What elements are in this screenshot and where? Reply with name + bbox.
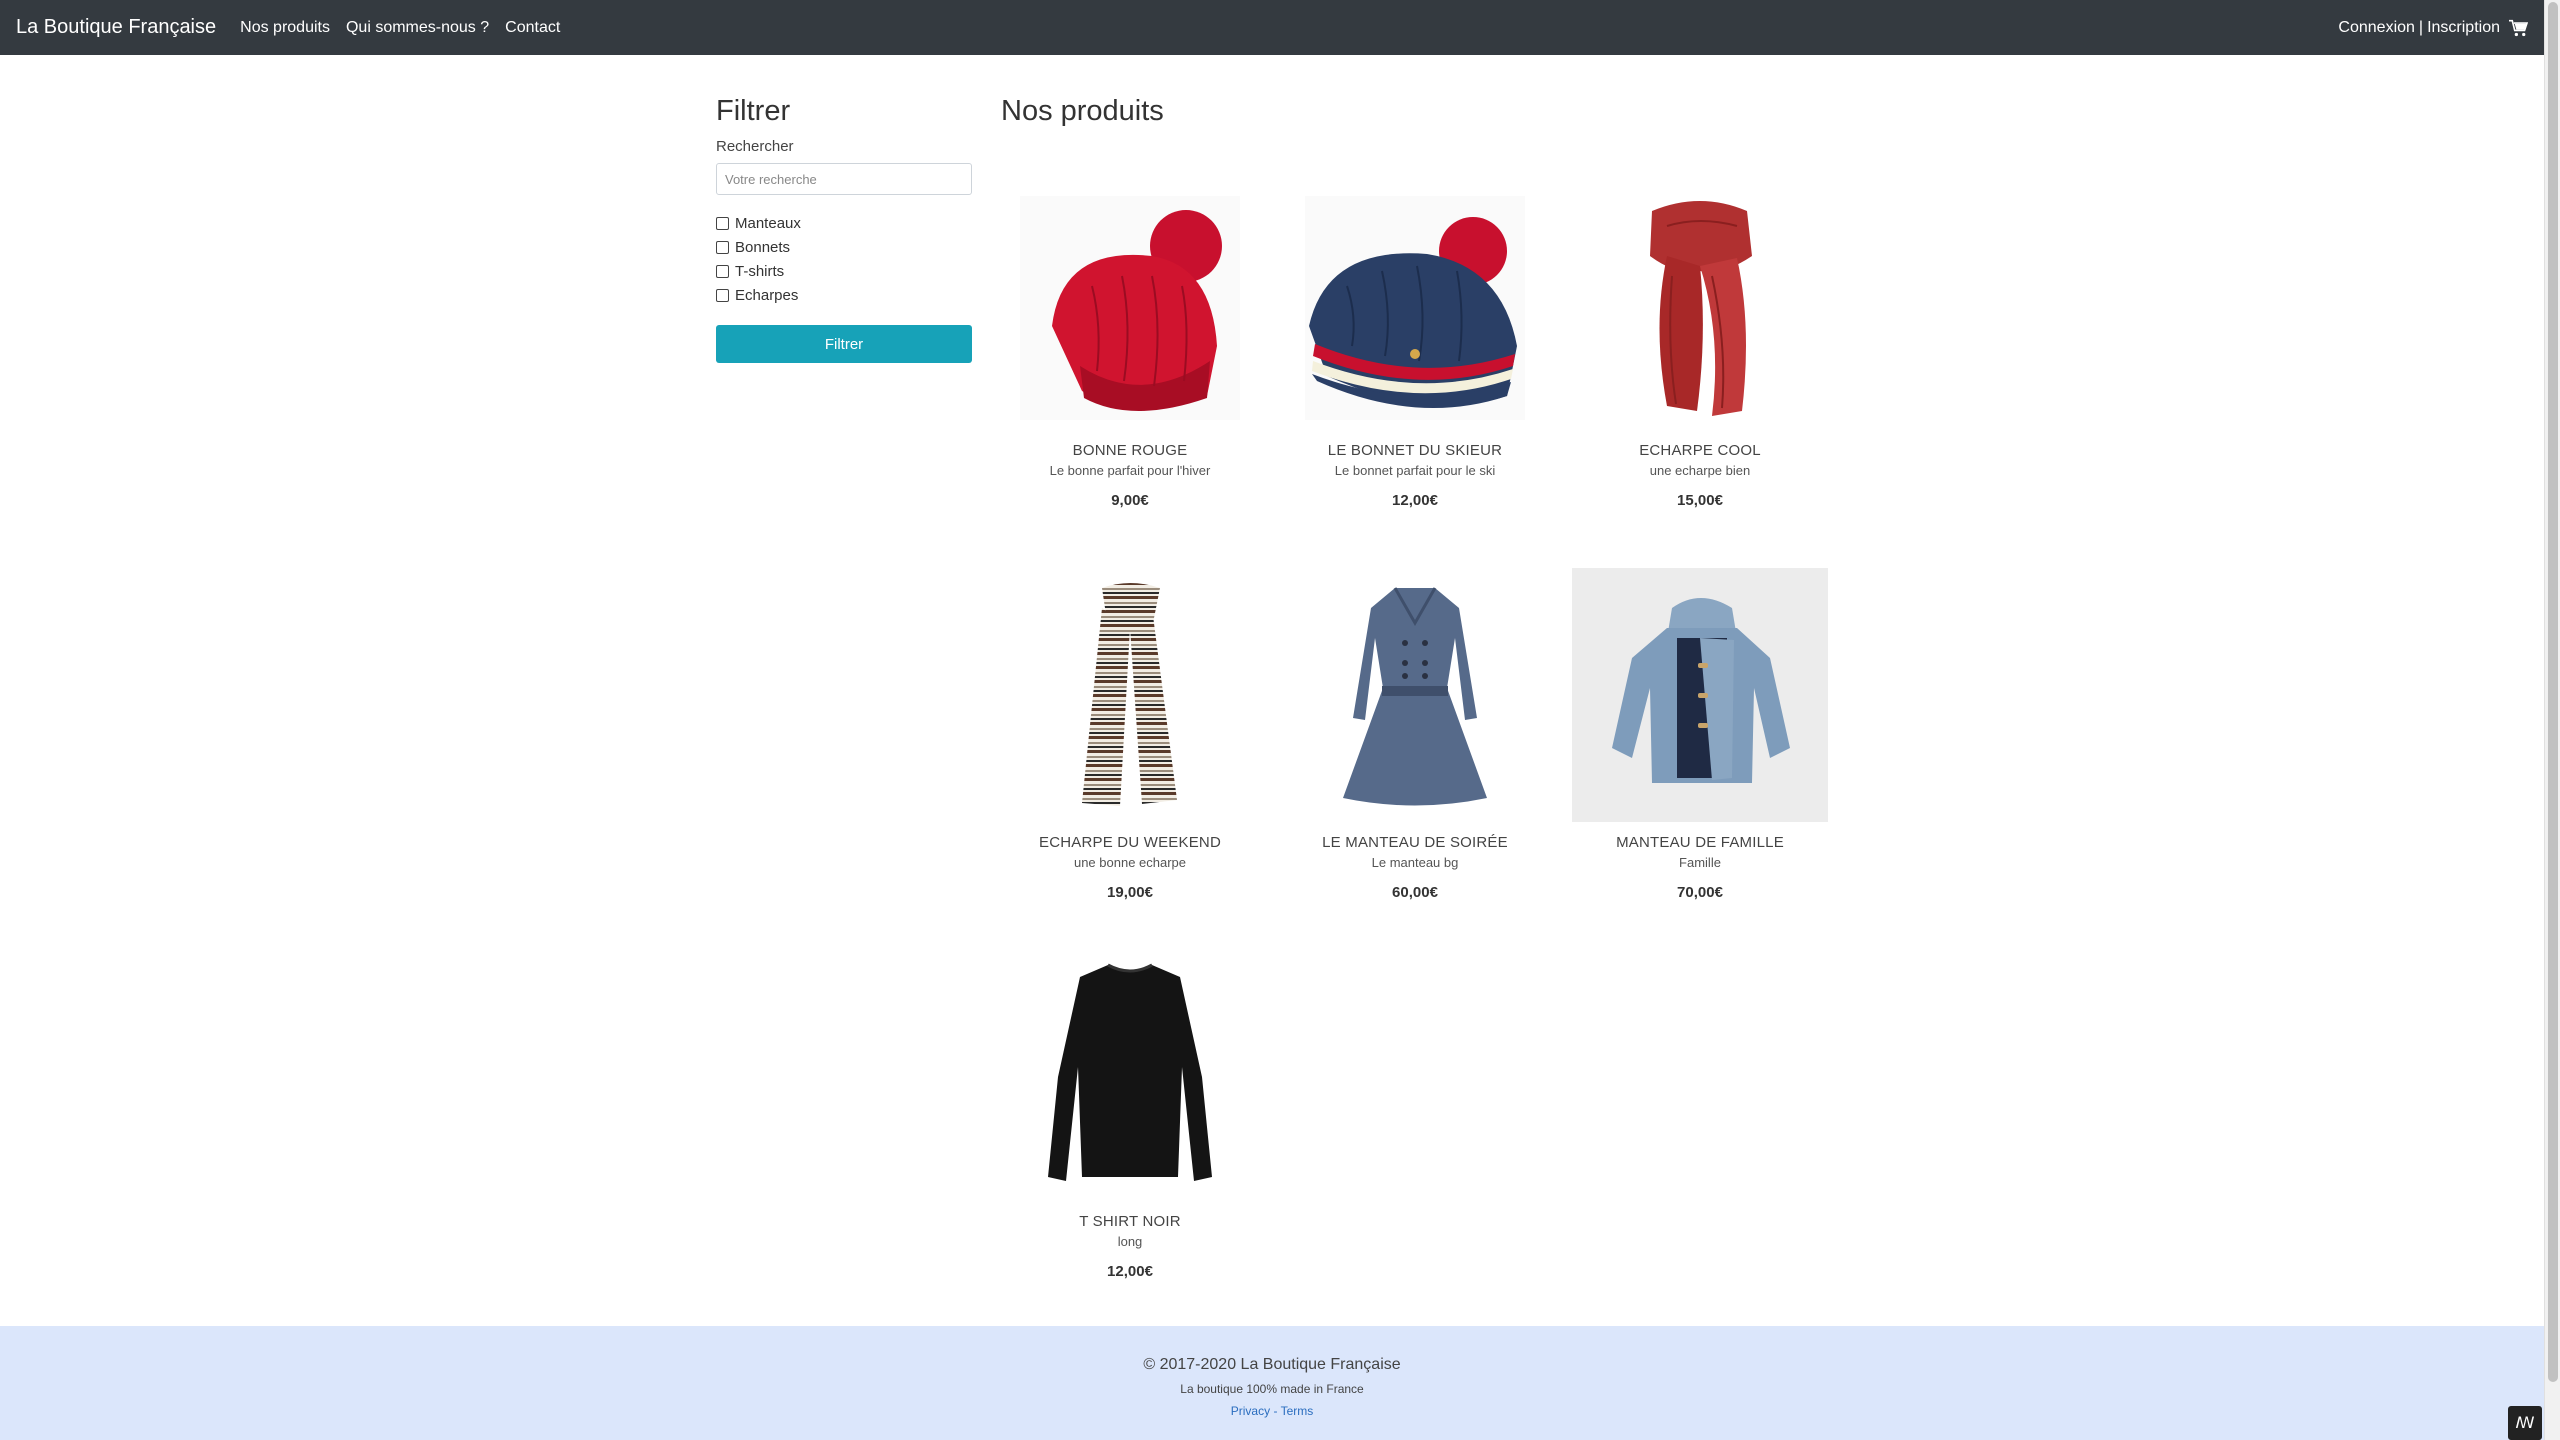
product-image[interactable] (1287, 176, 1543, 430)
category-label: Bonnets (735, 238, 791, 256)
checkbox[interactable] (716, 216, 729, 230)
category-option-tshirts[interactable]: T-shirts (716, 259, 972, 283)
product-description: Le bonne parfait pour l'hiver (1049, 463, 1211, 478)
checkbox[interactable] (716, 288, 729, 302)
category-option-manteaux[interactable]: Manteaux (716, 211, 972, 235)
nav-link-contact[interactable]: Contact (505, 19, 560, 37)
category-label: Manteaux (735, 214, 801, 232)
footer-links: Privacy - Terms (0, 1404, 2544, 1418)
nav-link-about[interactable]: Qui sommes-nous ? (346, 19, 489, 37)
product-card[interactable]: LE BONNET DU SKIEUR Le bonnet parfait po… (1287, 176, 1543, 509)
product-name[interactable]: BONNE ROUGE (1002, 442, 1258, 459)
product-price: 60,00€ (1392, 884, 1438, 901)
striped-scarf-image (1082, 583, 1177, 806)
product-price: 19,00€ (1107, 884, 1153, 901)
vertical-scrollbar[interactable] (2544, 0, 2560, 1440)
footer-dash: - (1273, 1404, 1278, 1418)
product-image[interactable] (1572, 568, 1828, 822)
shopping-cart-icon[interactable] (2508, 19, 2528, 37)
product-price: 12,00€ (1392, 492, 1438, 509)
red-beanie-image (1020, 196, 1240, 420)
product-card[interactable]: ECHARPE DU WEEKEND une bonne echarpe 19,… (1002, 568, 1258, 901)
page-footer: © 2017-2020 La Boutique Française La bou… (0, 1326, 2544, 1440)
brand-logo[interactable]: La Boutique Française (16, 16, 216, 39)
category-option-echarpes[interactable]: Echarpes (716, 283, 972, 307)
product-image[interactable] (1002, 176, 1258, 430)
product-name[interactable]: ECHARPE COOL (1572, 442, 1828, 459)
page-title: Nos produits (1001, 95, 1164, 127)
product-name[interactable]: LE BONNET DU SKIEUR (1287, 442, 1543, 459)
product-description: long (1117, 1234, 1143, 1249)
terms-link[interactable]: Terms (1281, 1404, 1314, 1418)
debug-toolbar-icon[interactable]: ꟿ (2508, 1406, 2542, 1440)
footer-copyright: © 2017-2020 La Boutique Française (1143, 1356, 1401, 1373)
nav-link-products[interactable]: Nos produits (240, 19, 330, 37)
register-link[interactable]: Inscription (2427, 19, 2500, 37)
filter-button[interactable]: Filtrer (716, 325, 972, 363)
product-description: Famille (1679, 855, 1721, 870)
checkbox[interactable] (716, 264, 729, 278)
search-input[interactable] (716, 163, 972, 195)
product-name[interactable]: LE MANTEAU DE SOIRÉE (1287, 834, 1543, 851)
footer-tagline: La boutique 100% made in France (1180, 1382, 1364, 1396)
account-links: Connexion | Inscription (2338, 19, 2528, 37)
product-name[interactable]: T SHIRT NOIR (1002, 1213, 1258, 1230)
privacy-link[interactable]: Privacy (1231, 1404, 1270, 1418)
evening-coat-image (1343, 587, 1487, 806)
black-tshirt-image (1048, 963, 1212, 1181)
product-price: 70,00€ (1677, 884, 1723, 901)
scrollbar-thumb[interactable] (2548, 2, 2558, 1382)
red-scarf-image (1650, 201, 1752, 416)
product-image[interactable] (1002, 568, 1258, 822)
category-label: Echarpes (735, 286, 799, 304)
product-card[interactable]: T SHIRT NOIR long 12,00€ (1002, 947, 1258, 1280)
ski-beanie-image (1305, 196, 1525, 420)
product-price: 9,00€ (1111, 492, 1149, 509)
product-description: une echarpe bien (1649, 463, 1751, 478)
product-image[interactable] (1002, 947, 1258, 1201)
login-link[interactable]: Connexion (2338, 19, 2415, 37)
product-card[interactable]: MANTEAU DE FAMILLE Famille 70,00€ (1572, 568, 1828, 901)
filter-title: Filtrer (716, 95, 791, 127)
search-label: Rechercher (716, 138, 794, 155)
product-description: Le manteau bg (1371, 855, 1459, 870)
checkbox[interactable] (716, 240, 729, 254)
product-description: Le bonnet parfait pour le ski (1334, 463, 1496, 478)
category-label: T-shirts (735, 262, 785, 280)
product-name[interactable]: ECHARPE DU WEEKEND (1002, 834, 1258, 851)
product-price: 12,00€ (1107, 1263, 1153, 1280)
duffle-coat-image (1612, 598, 1790, 783)
filter-panel: Filtrer Rechercher Manteaux Bonnets T-sh… (716, 95, 972, 363)
product-price: 15,00€ (1677, 492, 1723, 509)
product-card[interactable]: LE MANTEAU DE SOIRÉE Le manteau bg 60,00… (1287, 568, 1543, 901)
product-name[interactable]: MANTEAU DE FAMILLE (1572, 834, 1828, 851)
product-card[interactable]: ECHARPE COOL une echarpe bien 15,00€ (1572, 176, 1828, 509)
nav-separator: | (2418, 18, 2424, 36)
product-card[interactable]: BONNE ROUGE Le bonne parfait pour l'hive… (1002, 176, 1258, 509)
category-option-bonnets[interactable]: Bonnets (716, 235, 972, 259)
product-image[interactable] (1287, 568, 1543, 822)
product-description: une bonne echarpe (1073, 855, 1187, 870)
top-navbar: La Boutique Française Nos produits Qui s… (0, 0, 2544, 55)
product-image[interactable] (1572, 176, 1828, 430)
